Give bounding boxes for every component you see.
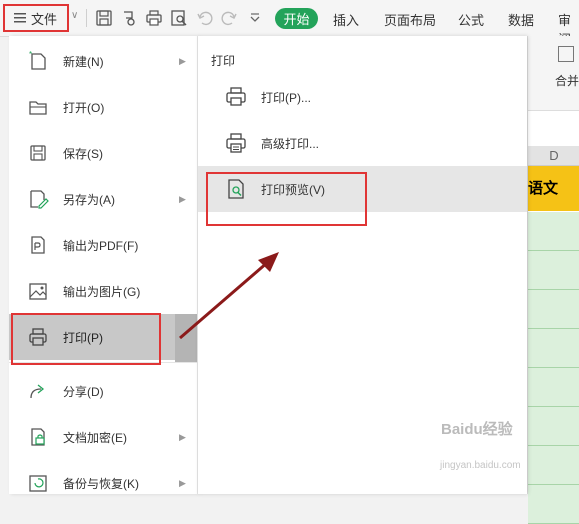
save-icon[interactable] (95, 9, 113, 27)
menu-item-label: 输出为图片(G) (63, 284, 141, 299)
menu-item-label: 打开(O) (63, 100, 105, 115)
submenu-arrow-icon: ▶ (179, 55, 186, 66)
table-row[interactable] (528, 446, 579, 485)
table-row[interactable] (528, 290, 579, 329)
menu-item-label: 另存为(A) (63, 192, 115, 207)
new-file-icon: * (27, 50, 49, 72)
toolbar-divider (86, 9, 87, 27)
submenu-item-print[interactable]: 打印(P)... (198, 74, 527, 120)
export-pdf-icon[interactable] (120, 9, 138, 27)
submenu-item-advanced-print[interactable]: 高级打印... (198, 120, 527, 166)
menu-item-label: 保存(S) (63, 146, 103, 161)
table-row[interactable] (528, 485, 579, 524)
submenu-item-label: 打印(P)... (261, 90, 311, 105)
print-submenu-toggle[interactable] (175, 314, 197, 362)
menu-item-share[interactable]: 分享(D) (9, 368, 197, 414)
table-row[interactable] (528, 212, 579, 251)
file-menu-label: 文件 (31, 11, 58, 27)
tab-page-layout[interactable]: 页面布局 (384, 10, 436, 29)
file-menu-panel: * 新建(N) ▶ 打开(O) 保存(S) 另存为(A) ▶ 输出为PDF(F)… (9, 36, 198, 494)
menu-item-label: 备份与恢复(K) (63, 476, 139, 491)
menu-item-save-as[interactable]: 另存为(A) ▶ (9, 176, 197, 222)
menu-item-label: 输出为PDF(F) (63, 238, 139, 253)
print-preview-icon (224, 177, 248, 201)
hamburger-icon (14, 11, 26, 26)
tab-start[interactable]: 开始 (275, 8, 318, 29)
encrypt-icon (27, 426, 49, 448)
merge-cells-label[interactable]: 合并 (555, 72, 579, 89)
print-icon[interactable] (145, 9, 163, 27)
menu-divider (9, 362, 197, 363)
tab-insert[interactable]: 插入 (333, 10, 359, 29)
file-menu-button[interactable]: 文件 (3, 4, 69, 32)
submenu-arrow-icon: ▶ (179, 193, 186, 204)
table-row[interactable] (528, 251, 579, 290)
submenu-arrow-icon: ▶ (179, 477, 186, 488)
svg-text:*: * (29, 50, 32, 59)
menu-item-backup[interactable]: 备份与恢复(K) ▶ (9, 460, 197, 506)
submenu-item-label: 高级打印... (261, 136, 320, 151)
cell-yuwen[interactable]: 语文 (528, 166, 579, 211)
submenu-item-print-preview[interactable]: 打印预览(V) (198, 166, 527, 212)
menu-item-save[interactable]: 保存(S) (9, 130, 197, 176)
tab-data[interactable]: 数据 (508, 10, 534, 29)
customize-toolbar-icon[interactable] (246, 9, 264, 27)
advanced-print-icon (224, 131, 248, 155)
column-header-d[interactable]: D (528, 146, 579, 166)
backup-icon (27, 472, 49, 494)
table-row[interactable] (528, 329, 579, 368)
redo-icon[interactable] (220, 9, 238, 27)
menu-item-export-pdf[interactable]: 输出为PDF(F) (9, 222, 197, 268)
folder-icon (27, 96, 49, 118)
printer-icon (27, 326, 49, 348)
pdf-icon (27, 234, 49, 256)
spreadsheet-area: 合并 D 语文 (527, 36, 579, 524)
submenu-title: 打印 (211, 54, 236, 68)
file-dropdown-caret-icon[interactable]: ∨ (71, 10, 78, 21)
undo-icon[interactable] (196, 9, 214, 27)
menu-item-label: 文档加密(E) (63, 430, 127, 445)
menu-item-label: 打印(P) (63, 330, 103, 345)
print-preview-toolbar-icon[interactable] (170, 9, 188, 27)
table-row[interactable] (528, 407, 579, 446)
menu-item-label: 分享(D) (63, 384, 104, 399)
menu-item-encrypt[interactable]: 文档加密(E) ▶ (9, 414, 197, 460)
save-as-icon (27, 188, 49, 210)
menu-item-label: 新建(N) (63, 54, 104, 69)
menu-item-open[interactable]: 打开(O) (9, 84, 197, 130)
submenu-item-label: 打印预览(V) (261, 182, 325, 197)
share-icon (27, 380, 49, 402)
table-row[interactable] (528, 368, 579, 407)
submenu-arrow-icon: ▶ (179, 431, 186, 442)
merge-cells-icon[interactable] (558, 46, 574, 62)
printer-icon (224, 85, 248, 109)
menu-item-print[interactable]: 打印(P) (9, 314, 197, 360)
top-toolbar: 文件 ∨ 开始 插入 页面布局 公式 数据 审阅 (0, 0, 579, 47)
save-icon (27, 142, 49, 164)
image-icon (27, 280, 49, 302)
watermark-logo: Baidu经验 (441, 421, 513, 438)
tab-formula[interactable]: 公式 (458, 10, 484, 29)
menu-item-export-image[interactable]: 输出为图片(G) (9, 268, 197, 314)
menu-item-new[interactable]: * 新建(N) ▶ (9, 38, 197, 84)
watermark-url: jingyan.baidu.com (440, 460, 521, 471)
ribbon-strip: 合并 (528, 36, 579, 111)
